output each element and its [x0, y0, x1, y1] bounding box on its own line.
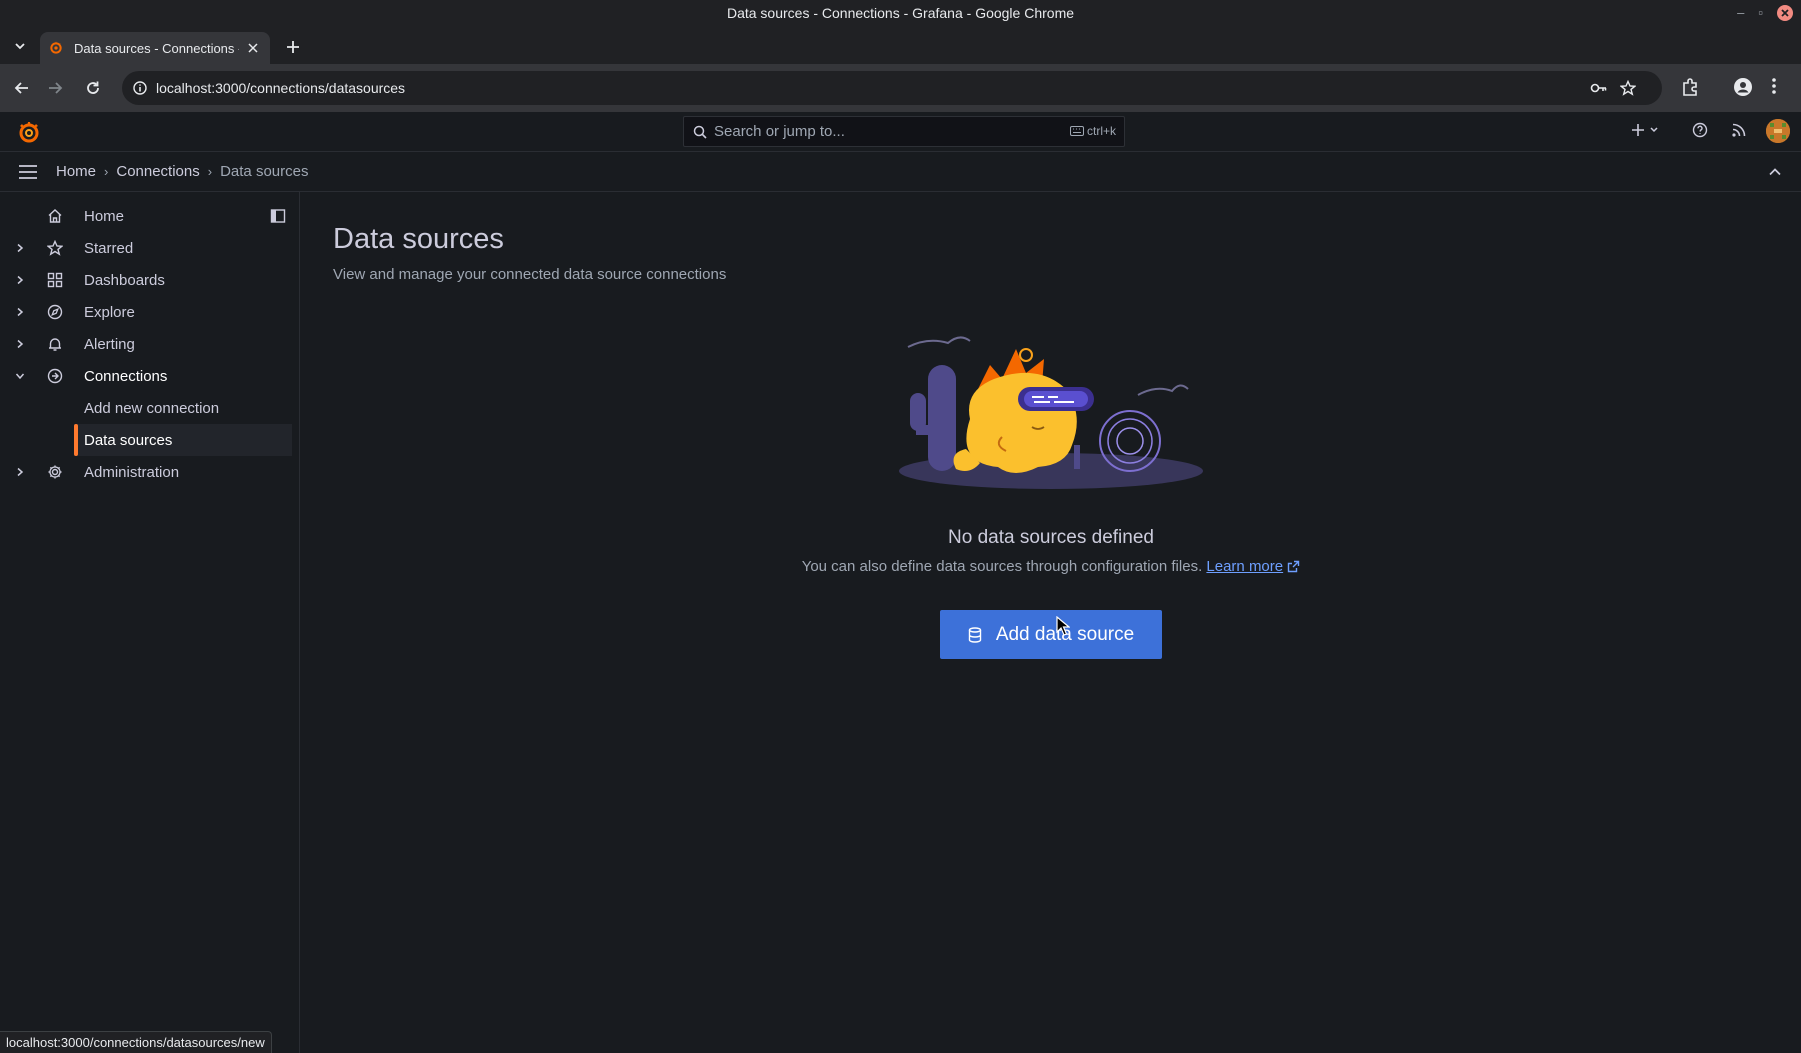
breadcrumb-connections[interactable]: Connections: [116, 163, 199, 180]
search-placeholder: Search or jump to...: [714, 123, 845, 140]
home-icon: [46, 207, 64, 225]
breadcrumb: Home › Connections › Data sources: [56, 163, 308, 180]
breadcrumb-bar: Home › Connections › Data sources: [0, 152, 1801, 192]
sidebar-item-label: Alerting: [84, 335, 135, 353]
url-text[interactable]: localhost:3000/connections/datasources: [156, 80, 405, 96]
address-bar[interactable]: localhost:3000/connections/datasources: [122, 71, 1662, 105]
chevron-right-icon[interactable]: [13, 305, 27, 319]
help-icon[interactable]: [1692, 122, 1708, 138]
cog-icon: [46, 463, 64, 481]
main-content: Data sources View and manage your connec…: [301, 192, 1801, 1053]
reload-icon[interactable]: [81, 76, 105, 100]
sidebar-item-starred[interactable]: Starred: [0, 232, 292, 264]
breadcrumb-home[interactable]: Home: [56, 163, 96, 180]
menu-hamburger-icon[interactable]: [18, 164, 38, 180]
apps-icon: [46, 271, 64, 289]
tab-title: Data sources - Connections - Grafana: [74, 40, 239, 56]
sidebar-item-data-sources[interactable]: Data sources: [74, 424, 292, 456]
breadcrumb-separator-icon: ›: [104, 164, 109, 179]
sidebar-subitem-label: Data sources: [84, 431, 173, 449]
link-status-bar: localhost:3000/connections/datasources/n…: [0, 1031, 272, 1053]
chevron-up-icon[interactable]: [1768, 165, 1782, 179]
sidebar-item-home[interactable]: Home: [0, 200, 292, 232]
new-tab-icon[interactable]: [282, 36, 304, 58]
sidebar-item-dashboards[interactable]: Dashboards: [0, 264, 292, 296]
close-window-icon[interactable]: [1777, 5, 1793, 21]
empty-state-title: No data sources defined: [948, 527, 1154, 548]
database-icon: [968, 626, 982, 643]
search-icon: [693, 125, 707, 139]
new-plus-icon[interactable]: [1631, 122, 1661, 138]
keyboard-shortcut-hint: ctrl+k: [1069, 124, 1116, 138]
bell-icon: [46, 335, 64, 353]
connections-icon: [46, 367, 64, 385]
window-titlebar: Data sources - Connections - Grafana - G…: [0, 0, 1801, 27]
sidebar-item-label: Administration: [84, 463, 180, 481]
add-data-source-button[interactable]: Add data source: [940, 610, 1162, 659]
empty-state-illustration: [898, 329, 1204, 495]
learn-more-link[interactable]: Learn more: [1206, 558, 1283, 575]
sidebar-item-label: Starred: [84, 239, 134, 257]
page-title: Data sources: [333, 223, 504, 255]
page-subtitle: View and manage your connected data sour…: [333, 266, 727, 283]
tab-search-button[interactable]: [8, 35, 32, 57]
restore-icon[interactable]: ▫: [1758, 4, 1763, 22]
site-info-icon[interactable]: [133, 81, 147, 95]
profile-icon[interactable]: [1733, 77, 1753, 97]
sidebar: Home Starred Dashboards Explore Alerting: [0, 192, 300, 1053]
search-input[interactable]: Search or jump to... ctrl+k: [683, 116, 1125, 147]
sidebar-item-explore[interactable]: Explore: [0, 296, 292, 328]
grafana-topbar: Search or jump to... ctrl+k: [0, 112, 1801, 152]
compass-icon: [46, 303, 64, 321]
external-link-icon[interactable]: [1287, 560, 1300, 573]
sidebar-item-administration[interactable]: Administration: [0, 456, 292, 488]
breadcrumb-separator-icon: ›: [207, 164, 213, 179]
window-title: Data sources - Connections - Grafana - G…: [726, 5, 1075, 21]
sidebar-subitem-label: Add new connection: [84, 399, 220, 417]
sidebar-item-label: Explore: [84, 303, 135, 321]
chrome-menu-icon[interactable]: [1771, 77, 1777, 95]
extensions-puzzle-icon[interactable]: [1680, 77, 1700, 97]
chevron-right-icon[interactable]: [13, 241, 27, 255]
chevron-right-icon[interactable]: [13, 273, 27, 287]
browser-tab[interactable]: Data sources - Connections - Grafana: [40, 32, 270, 64]
sidebar-item-connections[interactable]: Connections: [0, 360, 292, 392]
browser-toolbar: localhost:3000/connections/datasources: [0, 64, 1801, 112]
password-key-icon[interactable]: [1590, 80, 1608, 96]
sidebar-item-add-new-connection[interactable]: Add new connection: [74, 392, 292, 424]
shortcut-text: ctrl+k: [1086, 124, 1116, 138]
grafana-favicon-icon: [48, 40, 64, 56]
news-rss-icon[interactable]: [1731, 122, 1747, 138]
sidebar-item-label: Home: [84, 207, 125, 225]
empty-state-text: You can also define data sources through…: [801, 558, 1203, 575]
keyboard-icon: [1069, 126, 1084, 136]
chevron-right-icon[interactable]: [13, 465, 27, 479]
breadcrumb-current: Data sources: [220, 163, 309, 180]
tab-strip: Data sources - Connections - Grafana: [0, 27, 1801, 64]
star-icon: [46, 239, 64, 257]
sidebar-item-label: Connections: [84, 367, 168, 385]
mouse-cursor-icon: [1056, 616, 1070, 636]
chevron-down-icon[interactable]: [13, 369, 27, 383]
empty-state-description: You can also define data sources through…: [301, 558, 1801, 575]
grafana-logo-icon[interactable]: [17, 120, 41, 144]
sidebar-item-label: Dashboards: [84, 271, 165, 289]
user-avatar[interactable]: [1766, 119, 1790, 143]
tab-close-icon[interactable]: [244, 39, 262, 57]
bookmark-star-icon[interactable]: [1620, 80, 1636, 96]
back-arrow-icon[interactable]: [10, 76, 34, 100]
learn-more-label: Learn more: [1206, 558, 1284, 575]
forward-arrow-icon[interactable]: [43, 76, 67, 100]
chevron-right-icon[interactable]: [13, 337, 27, 351]
minimize-icon[interactable]: –: [1737, 4, 1744, 22]
sidebar-item-alerting[interactable]: Alerting: [0, 328, 292, 360]
